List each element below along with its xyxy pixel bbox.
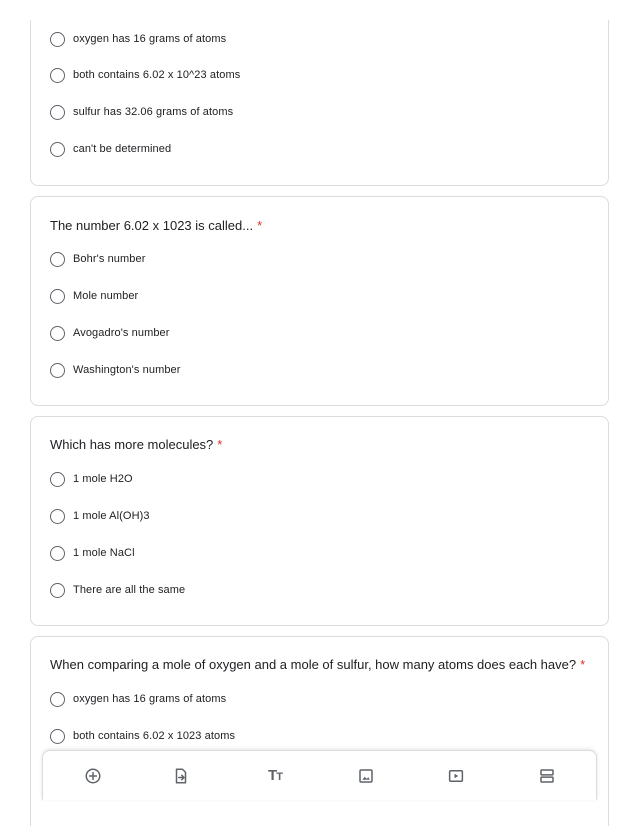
option-oxygen-16g[interactable]: oxygen has 16 grams of atoms (50, 690, 226, 708)
question-title: The number 6.02 x 1023 is called... * (50, 218, 262, 234)
option-label: Bohr's number (73, 253, 146, 265)
radio-button[interactable] (50, 471, 65, 487)
image-icon (359, 769, 373, 783)
question-text: When comparing a mole of oxygen and a mo… (50, 657, 577, 672)
option-label: Washington's number (73, 364, 181, 376)
question-card-1: oxygen has 16 grams of atoms both contai… (30, 20, 609, 186)
required-asterisk: * (217, 437, 223, 452)
option-oxygen-16g[interactable]: oxygen has 16 grams of atoms (50, 30, 226, 48)
question-text: The number 6.02 x 1023 is called... (50, 218, 254, 233)
section-icon (540, 769, 554, 783)
radio-button[interactable] (50, 31, 65, 47)
add-section-button[interactable] (537, 766, 557, 786)
title-glyph-large: T (268, 766, 277, 784)
question-title: Which has more molecules? * (50, 437, 222, 453)
add-image-button[interactable] (356, 766, 376, 786)
option-h2o[interactable]: 1 mole H2O (50, 470, 133, 488)
option-both-avogadro[interactable]: both contains 6.02 x 10^23 atoms (50, 66, 240, 84)
option-label: 1 mole NaCl (73, 547, 135, 559)
radio-button[interactable] (50, 288, 65, 304)
radio-button[interactable] (50, 582, 65, 598)
option-label: oxygen has 16 grams of atoms (73, 693, 227, 705)
title-glyph-small: T (276, 770, 283, 783)
option-label: 1 mole H2O (73, 473, 133, 485)
option-nacl[interactable]: 1 mole NaCl (50, 544, 135, 562)
add-question-button[interactable] (83, 766, 103, 786)
add-title-button[interactable]: TT (265, 766, 285, 786)
question-card-2: The number 6.02 x 1023 is called... * Boh… (30, 196, 609, 406)
option-all-same[interactable]: There are all the same (50, 581, 185, 599)
option-label: sulfur has 32.06 grams of atoms (73, 106, 234, 118)
radio-button[interactable] (50, 728, 65, 744)
question-toolbar: TT (42, 750, 597, 800)
question-title: When comparing a mole of oxygen and a mo… (50, 657, 585, 673)
radio-button[interactable] (50, 141, 65, 157)
option-sulfur-32g[interactable]: sulfur has 32.06 grams of atoms (50, 103, 233, 121)
add-video-button[interactable] (446, 766, 466, 786)
option-label: There are all the same (73, 584, 186, 596)
option-avogadro[interactable]: Avogadro's number (50, 324, 170, 342)
import-questions-button[interactable] (171, 766, 191, 786)
option-label: Avogadro's number (73, 327, 170, 339)
option-label: Mole number (73, 290, 139, 302)
radio-button[interactable] (50, 691, 65, 707)
option-cant-determine[interactable]: can't be determined (50, 140, 171, 158)
radio-button[interactable] (50, 67, 65, 83)
question-text: Which has more molecules? (50, 437, 214, 452)
option-bohr[interactable]: Bohr's number (50, 250, 146, 268)
radio-button[interactable] (50, 104, 65, 120)
radio-button[interactable] (50, 251, 65, 267)
radio-button[interactable] (50, 362, 65, 378)
option-both-avogadro[interactable]: both contains 6.02 x 1023 atoms (50, 727, 235, 745)
question-card-3: Which has more molecules? * 1 mole H2O 1 … (30, 416, 609, 626)
required-asterisk: * (580, 657, 586, 672)
option-washington[interactable]: Washington's number (50, 361, 181, 379)
option-mole-number[interactable]: Mole number (50, 287, 138, 305)
option-label: can't be determined (73, 143, 172, 155)
radio-button[interactable] (50, 325, 65, 341)
required-asterisk: * (257, 218, 263, 233)
radio-button[interactable] (50, 508, 65, 524)
add-circle-icon (85, 768, 101, 784)
option-aloh3[interactable]: 1 mole Al(OH)3 (50, 507, 150, 525)
title-text-icon: TT (268, 766, 283, 786)
option-label: oxygen has 16 grams of atoms (73, 33, 227, 45)
option-label: both contains 6.02 x 10^23 atoms (73, 69, 241, 81)
option-label: 1 mole Al(OH)3 (73, 510, 150, 522)
radio-button[interactable] (50, 545, 65, 561)
import-icon (175, 768, 187, 784)
option-label: both contains 6.02 x 1023 atoms (73, 730, 236, 742)
video-icon (448, 770, 464, 782)
